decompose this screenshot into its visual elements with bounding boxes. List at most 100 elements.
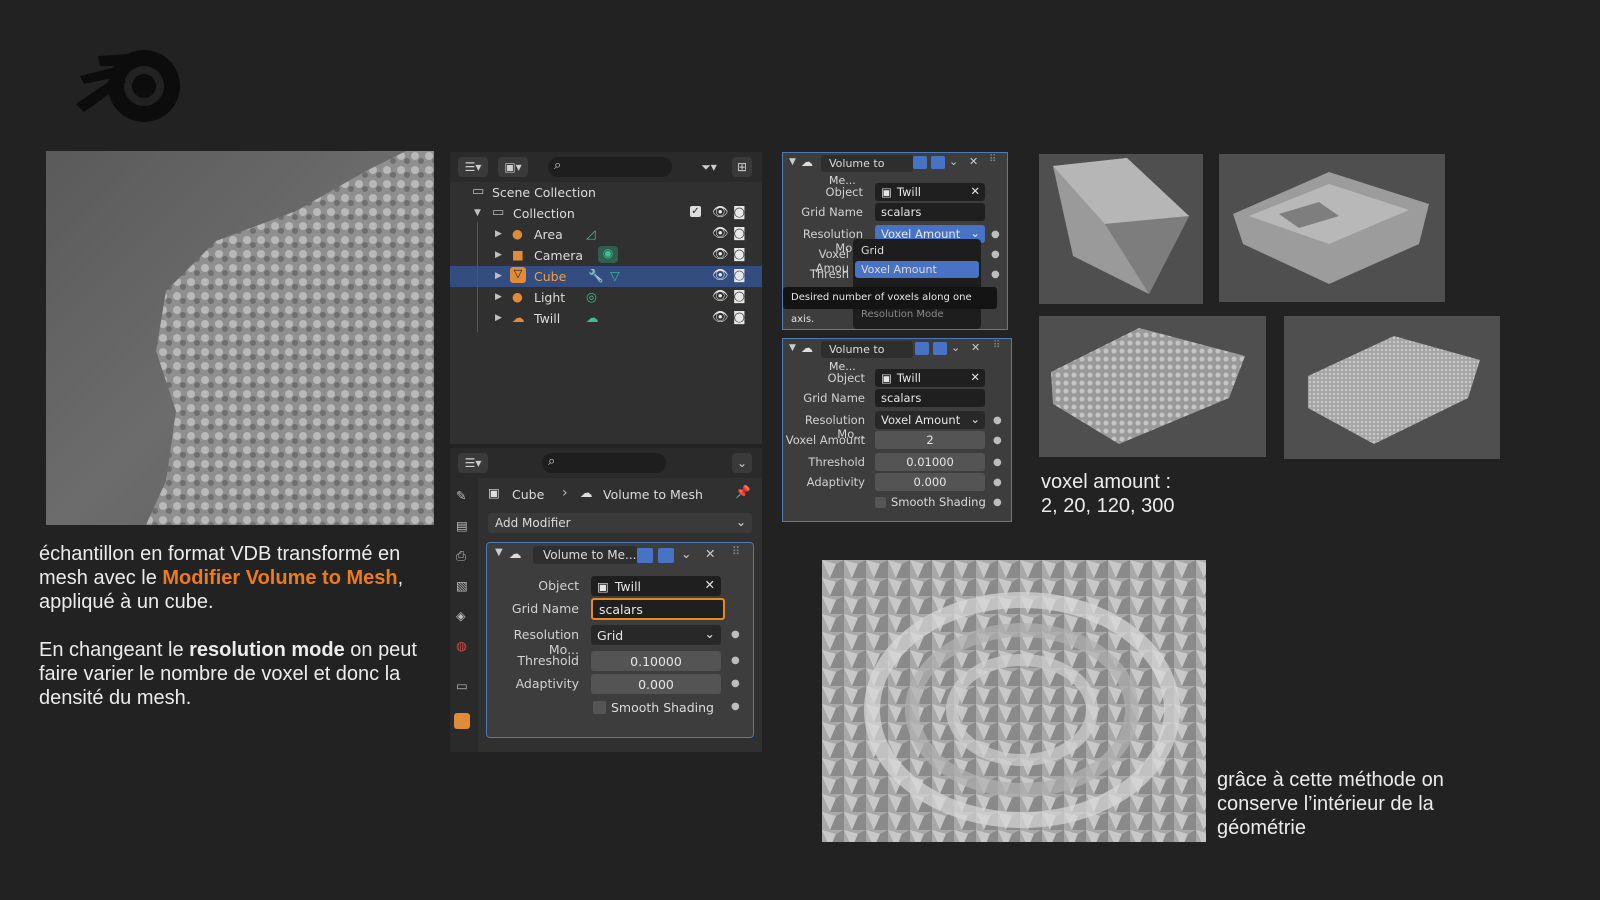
object-field[interactable]: ▣ Twill ✕ [591,576,721,596]
breadcrumb-modifier[interactable]: Volume to Mesh [603,487,703,502]
expand-triangle-icon[interactable]: ▼ [474,208,481,218]
keyframe-dot-icon[interactable]: ● [993,497,1002,508]
grid-name-input[interactable]: scalars [875,389,985,407]
menu-item-grid[interactable]: Grid [855,242,979,259]
display-render-icon[interactable] [658,548,674,563]
outliner-search-input[interactable]: ⌕ [548,157,672,177]
drag-handle-icon[interactable]: ⠿ [993,340,1000,351]
checkbox-icon[interactable]: ✓ [690,206,701,217]
editor-type-button[interactable]: ☰▾ [458,157,488,177]
threshold-field[interactable]: 0.01000 [875,453,985,471]
close-icon[interactable]: ✕ [705,546,715,561]
outliner-item-light[interactable]: ▶ ● Light ◎ 👁 ◙ [450,287,762,308]
keyframe-dot-icon[interactable]: ● [731,655,740,666]
display-render-icon[interactable] [933,342,947,355]
grid-name-input[interactable]: scalars [591,598,725,620]
voxel-amount-field[interactable]: 2 [875,431,985,449]
menu-item-voxel-amount[interactable]: Voxel Amount [855,261,979,278]
camera-icon[interactable]: ◙ [733,205,746,220]
keyframe-dot-icon[interactable]: ● [993,457,1002,468]
camera-icon[interactable]: ◙ [733,289,746,304]
threshold-field[interactable]: 0.10000 [591,651,721,671]
object-field[interactable]: ▣ Twill ✕ [875,183,985,201]
editor-type-button[interactable]: ☰▾ [458,453,488,473]
expand-triangle-icon[interactable]: ▶ [495,271,502,281]
chevron-down-icon[interactable]: ⌄ [951,341,960,354]
tool-tab-icon[interactable]: ✎ [456,488,466,503]
keyframe-dot-icon[interactable]: ● [991,269,1000,280]
output-tab-icon[interactable]: ⎙ [456,548,466,564]
collection-row[interactable]: ▼ ▭ Collection ✓ 👁 ◙ [450,203,762,224]
outliner-item-twill[interactable]: ▶ ☁ Twill ☁ 👁 ◙ [450,308,762,329]
object-tab-icon[interactable] [454,713,470,729]
modifier-name-field[interactable]: Volume to Me... [821,155,913,187]
camera-icon[interactable]: ◙ [733,226,746,241]
collection-tab-icon[interactable]: ▭ [456,678,468,693]
eye-icon[interactable]: 👁 [712,226,729,241]
filter-icon[interactable]: ⏷▾ [694,157,724,177]
new-collection-icon[interactable]: ⊞ [732,157,752,177]
keyframe-dot-icon[interactable]: ● [993,435,1002,446]
light-object-icon: ● [512,226,523,241]
view-layer-tab-icon[interactable]: ▧ [456,578,468,593]
scene-tab-icon[interactable]: ◈ [456,608,466,623]
adaptivity-field[interactable]: 0.000 [875,473,985,491]
keyframe-dot-icon[interactable]: ● [731,701,740,712]
drag-handle-icon[interactable]: ⠿ [989,154,996,165]
breadcrumb-object[interactable]: Cube [512,487,544,502]
clear-icon[interactable]: ✕ [970,370,980,384]
collapse-icon[interactable]: ▼ [789,157,796,167]
object-field[interactable]: ▣ Twill ✕ [875,369,985,387]
options-dropdown-button[interactable]: ⌄ [732,453,752,473]
expand-triangle-icon[interactable]: ▶ [495,313,502,323]
keyframe-dot-icon[interactable]: ● [993,415,1002,426]
grid-name-input[interactable]: scalars [875,203,985,221]
clear-icon[interactable]: ✕ [970,184,980,198]
eye-icon[interactable]: 👁 [712,247,729,262]
keyframe-dot-icon[interactable]: ● [991,229,1000,240]
display-mode-button[interactable]: ▣▾ [498,157,528,177]
smooth-shading-checkbox[interactable] [875,497,886,508]
resolution-mode-dropdown[interactable]: Grid ⌄ [591,625,721,645]
keyframe-dot-icon[interactable]: ● [731,629,740,640]
display-editmode-icon[interactable] [637,548,653,563]
keyframe-dot-icon[interactable]: ● [991,249,1000,260]
camera-icon[interactable]: ◙ [733,268,746,283]
world-tab-icon[interactable]: ◍ [456,638,467,653]
outliner-item-area[interactable]: ▶ ● Area ◿ 👁 ◙ [450,224,762,245]
display-editmode-icon[interactable] [913,156,927,169]
eye-icon[interactable]: 👁 [712,268,729,283]
modifier-name-field[interactable]: Volume to Me... [533,546,637,564]
keyframe-dot-icon[interactable]: ● [731,678,740,689]
drag-handle-icon[interactable]: ⠿ [732,545,740,558]
close-icon[interactable]: ✕ [971,341,980,354]
camera-icon[interactable]: ◙ [733,247,746,262]
display-render-icon[interactable] [931,156,945,169]
adaptivity-field[interactable]: 0.000 [591,674,721,694]
modifier-name-field[interactable]: Volume to Me... [821,341,913,373]
chevron-down-icon[interactable]: ⌄ [949,155,958,168]
collapse-icon[interactable]: ▼ [789,343,796,353]
expand-triangle-icon[interactable]: ▶ [495,229,502,239]
display-editmode-icon[interactable] [915,342,929,355]
camera-icon[interactable]: ◙ [733,310,746,325]
properties-search-input[interactable]: ⌕ [542,453,666,473]
smooth-shading-checkbox[interactable] [593,701,606,714]
close-icon[interactable]: ✕ [969,155,978,168]
expand-triangle-icon[interactable]: ▶ [495,250,502,260]
outliner-item-camera[interactable]: ▶ ■ Camera ◉ 👁 ◙ [450,245,762,266]
outliner-item-cube[interactable]: ▶ ▽ Cube 🔧 ▽ 👁 ◙ [450,266,762,287]
eye-icon[interactable]: 👁 [712,205,729,220]
clear-icon[interactable]: ✕ [705,577,715,592]
eye-icon[interactable]: 👁 [712,289,729,304]
add-modifier-dropdown[interactable]: Add Modifier ⌄ [488,513,752,533]
keyframe-dot-icon[interactable]: ● [993,477,1002,488]
chevron-down-icon[interactable]: ⌄ [681,546,691,561]
resolution-mode-dropdown[interactable]: Voxel Amount ⌄ [875,411,985,429]
expand-triangle-icon[interactable]: ▶ [495,292,502,302]
scene-collection-row[interactable]: ▭ Scene Collection [450,182,762,203]
collapse-icon[interactable]: ▼ [495,547,503,558]
eye-icon[interactable]: 👁 [712,310,729,325]
render-tab-icon[interactable]: ▤ [456,518,468,533]
pin-icon[interactable]: 📌 [735,484,751,500]
